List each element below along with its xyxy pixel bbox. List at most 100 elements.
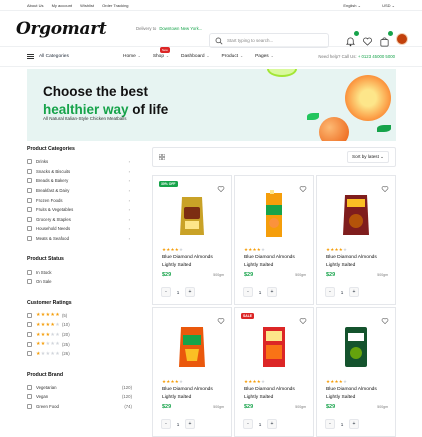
checkbox[interactable] [27, 216, 32, 222]
currency-select[interactable]: USD ⌄ [372, 3, 395, 8]
rating-filter-item[interactable]: ★★★★★ (26) [27, 349, 137, 359]
rating-filter-item[interactable]: ★★★★★ (25) [27, 339, 137, 349]
checkbox[interactable] [27, 236, 32, 242]
category-item[interactable]: Grocery & Staples › [27, 215, 137, 225]
rating-filter-item[interactable]: ★★★★★ (20) [27, 330, 137, 340]
my-account-link[interactable]: My account [52, 3, 72, 8]
product-name[interactable]: Blue Diamond Almonds Lightly Salted [244, 386, 307, 402]
product-name[interactable]: Blue Diamond Almonds Lightly Salted [162, 254, 225, 270]
product-rating: ★★★★★ [244, 379, 265, 385]
grid-view-icon[interactable] [159, 154, 165, 160]
user-avatar[interactable] [396, 33, 408, 45]
sort-select[interactable]: Sort by latest ⌄ [347, 151, 389, 163]
logo[interactable]: Orgomart [16, 19, 121, 39]
wishlist-link[interactable]: Wishlist [80, 3, 94, 8]
decrease-button[interactable]: - [243, 287, 253, 297]
category-item[interactable]: Snacks & Biscuits › [27, 167, 137, 177]
product-name[interactable]: Blue Diamond Almonds Lightly Salted [162, 386, 225, 402]
category-item[interactable]: Frozen Foods › [27, 195, 137, 205]
product-image[interactable] [257, 189, 291, 239]
product-name[interactable]: Blue Diamond Almonds Lightly Salted [326, 386, 389, 402]
increase-button[interactable]: + [349, 419, 359, 429]
category-item[interactable]: Breakfast & Dairy › [27, 186, 137, 196]
product-name[interactable]: Blue Diamond Almonds Lightly Salted [326, 254, 389, 270]
product-image[interactable] [175, 189, 209, 239]
increase-button[interactable]: + [185, 287, 195, 297]
checkbox[interactable] [27, 159, 32, 165]
checkbox[interactable] [27, 394, 32, 400]
decrease-button[interactable]: - [161, 419, 171, 429]
status-item[interactable]: On Sale [27, 277, 137, 287]
decrease-button[interactable]: - [325, 419, 335, 429]
increase-button[interactable]: + [267, 287, 277, 297]
checkbox[interactable] [27, 197, 32, 203]
checkbox[interactable] [27, 178, 32, 184]
nav-home[interactable]: Home ⌄ [123, 54, 141, 59]
checkbox[interactable] [27, 188, 32, 194]
checkbox[interactable] [27, 207, 32, 213]
brand-item[interactable]: Vegan (120) [27, 392, 137, 402]
order-tracking-link[interactable]: Order Tracking [102, 3, 128, 8]
product-card[interactable]: ★★★★★ Blue Diamond Almonds Lightly Salted… [316, 307, 396, 437]
wishlist-heart-icon[interactable] [299, 180, 307, 193]
checkbox[interactable] [27, 341, 32, 347]
product-card[interactable]: SALE ★★★★★ Blue Diamond Almonds Lightly Sa… [234, 307, 314, 437]
nav-dashboard[interactable]: Dashboard ⌄ [181, 54, 209, 59]
nav-pages[interactable]: Pages ⌄ [255, 54, 274, 59]
category-item[interactable]: Meats & Seafood › [27, 234, 137, 244]
category-item[interactable]: Drinks › [27, 157, 137, 167]
checkbox[interactable] [27, 279, 32, 285]
decrease-button[interactable]: - [161, 287, 171, 297]
product-name[interactable]: Blue Diamond Almonds Lightly Salted [244, 254, 307, 270]
checkbox[interactable] [27, 312, 32, 318]
checkbox[interactable] [27, 403, 32, 409]
wishlist-heart-icon[interactable] [217, 312, 225, 325]
checkbox[interactable] [27, 332, 32, 338]
status-item[interactable]: In Stock [27, 267, 137, 277]
wishlist-heart-icon[interactable] [362, 34, 373, 46]
chevron-down-icon: ⌄ [240, 54, 244, 58]
product-image[interactable] [257, 321, 291, 371]
category-item[interactable]: Fruits & Vegetables › [27, 205, 137, 215]
banner-title-highlight: healthier way [43, 101, 129, 117]
category-item[interactable]: Household Needs › [27, 224, 137, 234]
language-select[interactable]: English ⌄ [333, 3, 361, 8]
checkbox[interactable] [27, 351, 32, 357]
checkbox[interactable] [27, 168, 32, 174]
wishlist-heart-icon[interactable] [381, 180, 389, 193]
hero-banner[interactable]: Choose the best healthier way of life Al… [27, 69, 396, 141]
product-image[interactable] [339, 321, 373, 371]
help-phone[interactable]: + 0123 45000 5000 [358, 54, 395, 59]
rating-filter-item[interactable]: ★★★★★ (5) [27, 311, 137, 321]
product-card[interactable]: ★★★★★ Blue Diamond Almonds Lightly Salted… [152, 307, 232, 437]
search-input[interactable]: Start typing to search... [209, 33, 329, 48]
product-card[interactable]: ★★★★★ Blue Diamond Almonds Lightly Salted… [234, 175, 314, 305]
wishlist-heart-icon[interactable] [381, 312, 389, 325]
about-us-link[interactable]: About Us [27, 3, 43, 8]
checkbox[interactable] [27, 384, 32, 390]
nav-product[interactable]: Product ⌄ [222, 54, 244, 59]
wishlist-heart-icon[interactable] [299, 312, 307, 325]
product-image[interactable] [175, 321, 209, 371]
brand-item[interactable]: Vegetarian (120) [27, 383, 137, 393]
rating-filter-item[interactable]: ★★★★★ (10) [27, 320, 137, 330]
decrease-button[interactable]: - [325, 287, 335, 297]
product-image[interactable] [339, 189, 373, 239]
notification-bell-icon[interactable] [345, 30, 359, 46]
checkbox[interactable] [27, 269, 32, 275]
increase-button[interactable]: + [267, 419, 277, 429]
increase-button[interactable]: + [349, 287, 359, 297]
increase-button[interactable]: + [185, 419, 195, 429]
cart-bag-icon[interactable] [379, 30, 393, 46]
brand-item[interactable]: Green Food (74) [27, 402, 137, 412]
wishlist-heart-icon[interactable] [217, 180, 225, 193]
all-categories-button[interactable]: All Categories [27, 53, 107, 60]
delivery-location[interactable]: Delivery to Downtown New York... [136, 26, 202, 31]
checkbox[interactable] [27, 226, 32, 232]
decrease-button[interactable]: - [243, 419, 253, 429]
product-card[interactable]: ★★★★★ Blue Diamond Almonds Lightly Salted… [316, 175, 396, 305]
checkbox[interactable] [27, 322, 32, 328]
nav-shop[interactable]: New Shop ⌄ [153, 47, 170, 59]
product-card[interactable]: 30% OFF ★★★★★ Blue Diamond Almonds Lightly… [152, 175, 232, 305]
category-item[interactable]: Breads & Bakery › [27, 176, 137, 186]
